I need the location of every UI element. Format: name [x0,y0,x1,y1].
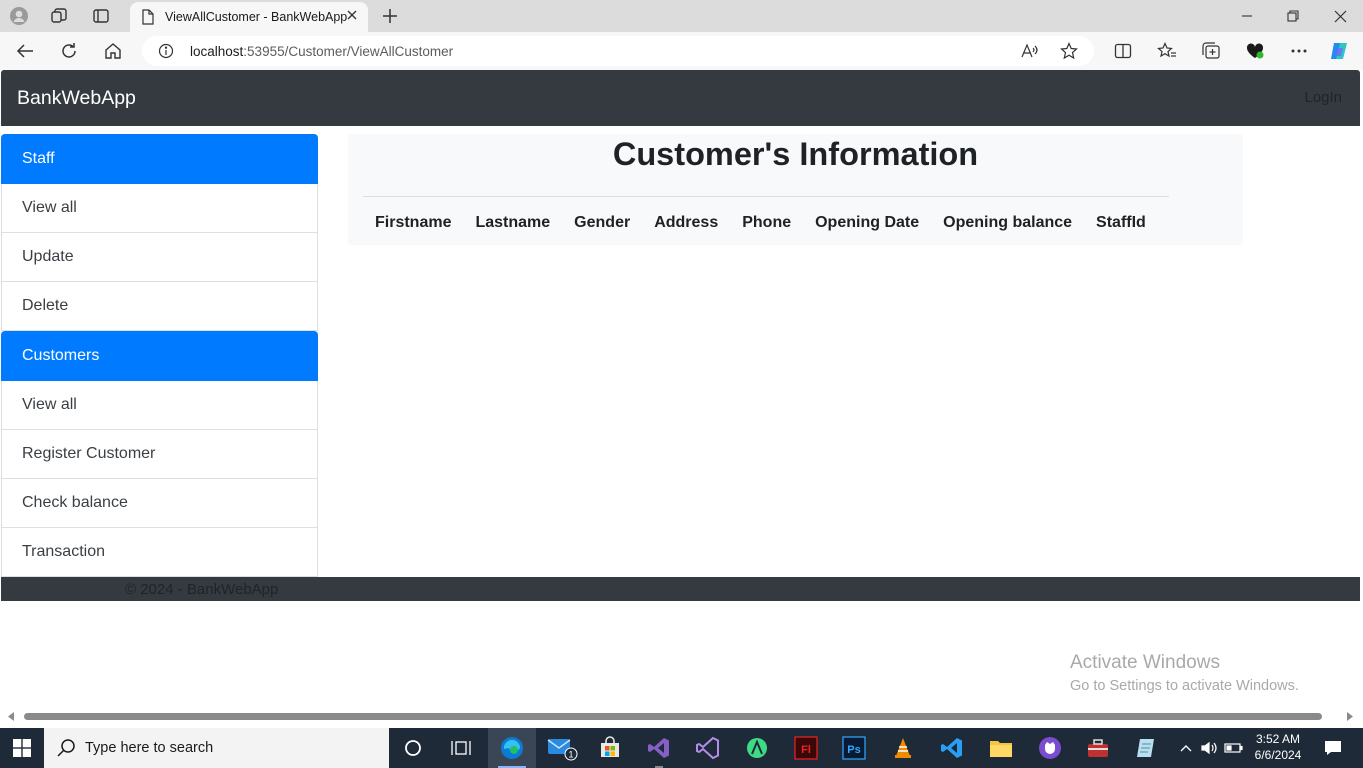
watermark-subtitle: Go to Settings to activate Windows. [1070,678,1299,694]
read-aloud-icon[interactable] [1020,42,1038,60]
scrollbar-thumb[interactable] [24,713,1322,720]
show-hidden-icons-chevron-icon[interactable] [1176,728,1196,768]
site-info-icon[interactable] [158,43,174,59]
home-icon[interactable] [102,40,124,62]
collections-icon[interactable] [1200,41,1222,61]
mail-icon[interactable]: 1 [538,728,586,768]
active-browser-tab[interactable]: ViewAllCustomer - BankWebApp [130,2,368,32]
svg-text:Ps: Ps [847,744,860,756]
visual-studio-icon[interactable] [635,728,683,768]
edge-taskbar-icon[interactable] [488,728,536,768]
table-header: Firstname Lastname Gender Address Phone … [363,214,1158,232]
task-view-icon[interactable] [437,728,485,768]
browser-toolbar: localhost:53955/Customer/ViewAllCustomer [0,32,1363,70]
search-placeholder: Type here to search [85,740,214,756]
volume-icon[interactable] [1198,728,1220,768]
vscode-icon[interactable] [928,728,976,768]
page-title: Customer's Information [612,136,979,172]
column-header-opening-date: Opening Date [815,214,920,231]
close-tab-icon[interactable] [346,9,358,21]
sidebar-item-staff-delete[interactable]: Delete [1,282,318,331]
customer-info-panel: Customer's Information Firstname Lastnam… [348,134,1243,245]
github-desktop-icon[interactable] [1026,728,1074,768]
sidebar-item-staff-update[interactable]: Update [1,233,318,282]
back-icon[interactable] [14,40,36,62]
minimize-icon[interactable] [1224,0,1270,32]
sidebar-item-transaction[interactable]: Transaction [1,528,318,577]
sidebar-item-check-balance[interactable]: Check balance [1,479,318,528]
workspaces-icon[interactable] [45,4,73,28]
system-clock[interactable]: 3:52 AM 6/6/2024 [1248,731,1308,763]
page-icon [141,9,155,25]
tab-actions-icon[interactable] [87,4,115,28]
copilot-icon[interactable] [1328,41,1350,61]
top-navbar: BankWebApp LogIn [1,70,1360,126]
new-tab-icon[interactable] [380,5,400,27]
page-viewport: BankWebApp LogIn Staff View all Update D… [0,70,1363,710]
column-header-firstname: Firstname [375,214,452,231]
svg-text:Fl: Fl [801,744,811,756]
photoshop-icon[interactable]: Ps [830,728,878,768]
browser-essentials-icon[interactable] [1244,41,1266,61]
notification-center-icon[interactable] [1318,728,1348,768]
column-header-phone: Phone [742,214,792,231]
windows-taskbar: Type here to search 1 Fl Ps 3:52 AM 6/6/… [0,728,1363,768]
sidebar-item-customers-view-all[interactable]: View all [1,381,318,430]
column-header-opening-balance: Opening balance [943,214,1073,231]
address-bar[interactable]: localhost:53955/Customer/ViewAllCustomer [142,36,1094,66]
flash-icon[interactable]: Fl [782,728,830,768]
search-icon [56,738,76,758]
footer-text: © 2024 - BankWebApp [125,581,279,598]
sidebar-menu: Staff View all Update Delete Customers V… [1,134,318,577]
sidebar-header-staff[interactable]: Staff [1,134,318,184]
file-explorer-icon[interactable] [977,728,1025,768]
close-window-icon[interactable] [1317,0,1363,32]
page-footer: © 2024 - BankWebApp [1,577,1360,601]
cortana-icon[interactable] [389,728,437,768]
favorite-star-icon[interactable] [1060,42,1078,60]
clock-date: 6/6/2024 [1254,748,1302,762]
horizontal-scrollbar[interactable] [0,710,1363,724]
profile-icon[interactable] [5,4,33,28]
notepad-icon[interactable] [1123,728,1171,768]
split-screen-icon[interactable] [1112,41,1134,61]
taskbar-search-box[interactable]: Type here to search [44,728,389,768]
browser-tab-bar: ViewAllCustomer - BankWebApp [0,0,1363,32]
column-header-staffid: StaffId [1096,214,1146,231]
column-header-lastname: Lastname [475,214,551,231]
url-text[interactable]: localhost:53955/Customer/ViewAllCustomer [190,44,453,59]
column-header-address: Address [654,214,719,231]
android-studio-icon[interactable] [733,728,781,768]
scroll-left-arrow-icon[interactable] [8,712,14,721]
column-header-gender: Gender [574,214,631,231]
clock-time: 3:52 AM [1255,732,1301,746]
store-icon[interactable] [586,728,634,768]
divider [363,196,1169,197]
mail-badge-count: 1 [568,750,573,760]
toolbox-icon[interactable] [1074,728,1122,768]
vlc-icon[interactable] [879,728,927,768]
brand-link[interactable]: BankWebApp [17,87,136,110]
more-options-icon[interactable] [1288,41,1310,61]
watermark-title: Activate Windows [1070,652,1220,673]
favorites-icon[interactable] [1156,41,1178,61]
battery-icon[interactable] [1222,728,1246,768]
activate-windows-watermark: Activate Windows Go to Settings to activ… [1070,652,1299,694]
visual-studio-preview-icon[interactable] [684,728,732,768]
refresh-icon[interactable] [58,40,80,62]
tab-title: ViewAllCustomer - BankWebApp [165,10,348,24]
sidebar-item-register-customer[interactable]: Register Customer [1,430,318,479]
windows-start-icon[interactable] [0,728,44,768]
login-link[interactable]: LogIn [1304,89,1342,106]
sidebar-header-customers[interactable]: Customers [1,331,318,381]
restore-icon[interactable] [1270,0,1316,32]
scroll-right-arrow-icon[interactable] [1347,712,1353,721]
sidebar-item-staff-view-all[interactable]: View all [1,184,318,233]
